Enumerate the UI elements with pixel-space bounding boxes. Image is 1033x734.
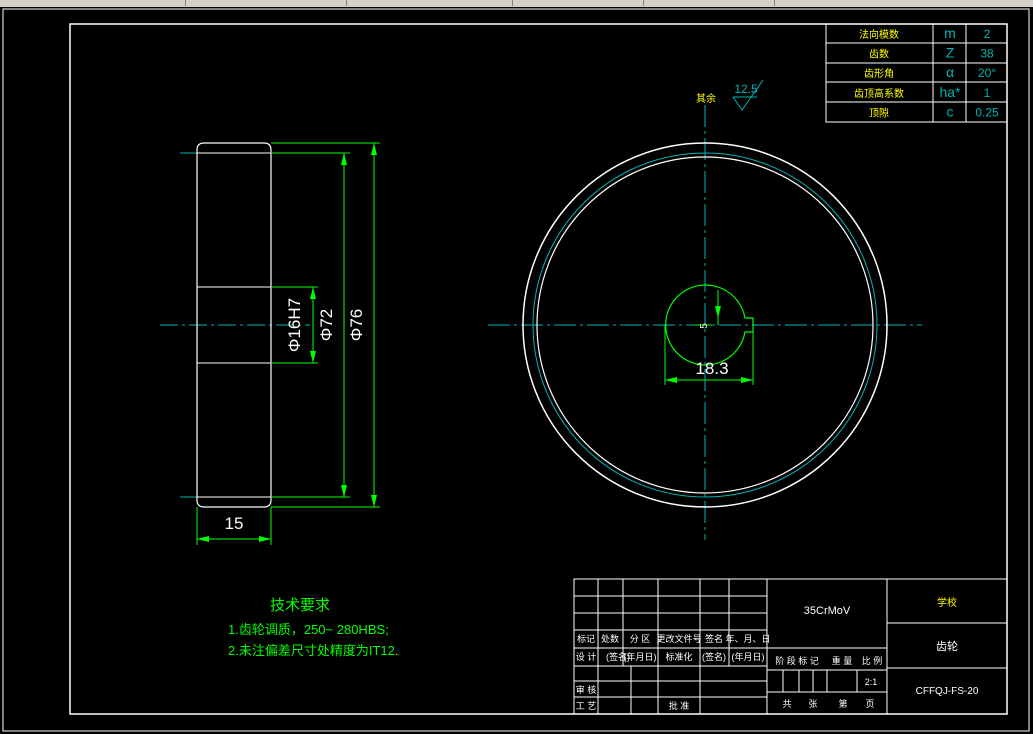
bore-diameter-label: Φ16H7 — [285, 298, 304, 352]
toolbar-segment[interactable] — [347, 0, 513, 6]
param-value: 1 — [984, 86, 991, 100]
param-name: 顶隙 — [869, 106, 889, 119]
front-view: 18.3 5 12.5 其余 — [488, 79, 922, 540]
param-name: 齿顶高系数 — [854, 87, 904, 100]
param-name: 齿数 — [869, 48, 889, 61]
tb-h4: 更改文件号 — [656, 633, 701, 644]
toolbar-segment[interactable] — [513, 0, 644, 6]
tb-r3: (年月日) — [624, 651, 657, 662]
width-label: 15 — [225, 514, 244, 533]
roughness-label: 其余 — [696, 92, 716, 105]
diameter-72-label: Φ72 — [317, 309, 336, 341]
param-name: 法向模数 — [859, 28, 899, 41]
param-symbol: Z — [946, 45, 955, 61]
tb-page-suffix: 页 — [865, 699, 874, 709]
tb-page: 第 — [838, 698, 847, 709]
tb-stage: 阶 段 标 记 — [775, 655, 819, 666]
param-symbol: ha* — [939, 84, 961, 100]
roughness-value: 12.5 — [734, 82, 758, 96]
diameter-76-label: Φ76 — [347, 309, 366, 341]
tb-total: 共 — [782, 699, 791, 709]
tb-approve: 批 准 — [669, 700, 690, 711]
material: 35CrMoV — [804, 605, 851, 617]
toolbar-segment[interactable] — [644, 0, 775, 6]
tb-r4: 标准化 — [665, 651, 692, 662]
param-value: 2 — [984, 27, 991, 41]
part-name: 齿轮 — [936, 639, 958, 653]
tb-review: 审 核 — [576, 684, 597, 695]
key-small-label: 5 — [699, 323, 710, 329]
school: 学校 — [937, 596, 957, 609]
tb-h1: 标记 — [577, 633, 595, 644]
tb-r6: (年月日) — [732, 651, 765, 662]
tb-r5: (签名) — [702, 651, 726, 662]
param-name: 齿形角 — [864, 68, 894, 80]
tb-h6: 年、月、日 — [725, 633, 770, 644]
param-symbol: c — [947, 103, 954, 119]
param-value: 0.25 — [975, 105, 999, 119]
tb-sheet: 张 — [808, 699, 817, 709]
param-value: 20° — [978, 66, 996, 80]
toolbar-segment[interactable] — [186, 0, 347, 6]
param-value: 38 — [980, 47, 994, 61]
toolbar-strip — [0, 0, 1033, 7]
tb-weight: 重 量 — [832, 655, 853, 666]
tech-line-1: 1.齿轮调质，250~ 280HBS; — [228, 622, 389, 637]
tb-h5: 签名 — [705, 633, 723, 644]
keyway-dimension-label: 18.3 — [695, 359, 728, 378]
cad-drawing: 法向模数 m 2 齿数 Z 38 齿形角 α 20° 齿顶高系数 ha* 1 顶隙 c 0.25 — [2, 8, 1030, 732]
tb-process: 工 艺 — [576, 701, 597, 711]
technical-requirements: 技术要求 1.齿轮调质，250~ 280HBS; 2.未注偏差尺寸处精度为IT1… — [228, 597, 398, 658]
tb-h3: 分 区 — [630, 634, 651, 644]
tech-line-2: 2.未注偏差尺寸处精度为IT12. — [228, 643, 398, 658]
tb-h2: 处数 — [601, 633, 619, 644]
drawing-number: CFFQJ-FS-20 — [916, 686, 979, 697]
param-symbol: α — [946, 64, 954, 80]
tech-title: 技术要求 — [270, 597, 330, 614]
tb-r1: 设 计 — [576, 651, 597, 662]
toolbar-segment[interactable] — [0, 0, 186, 6]
tb-ratio: 比 例 — [862, 655, 883, 666]
scale-value: 2:1 — [865, 677, 878, 687]
side-view: Φ16H7 Φ72 Φ76 15 — [160, 142, 380, 545]
param-symbol: m — [944, 25, 956, 41]
